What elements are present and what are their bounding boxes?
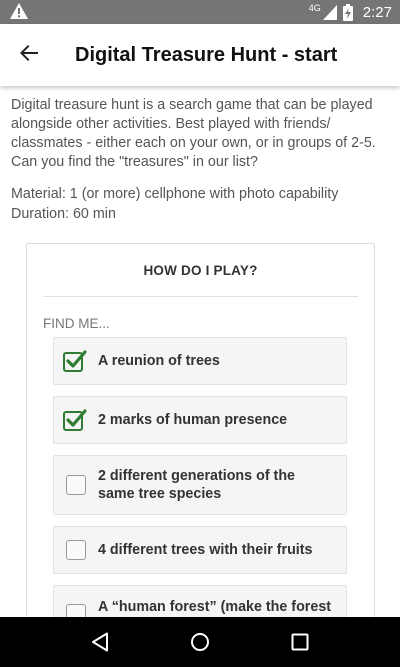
list-item[interactable]: A “human forest” (make the forest: [53, 585, 347, 617]
list-item[interactable]: 2 marks of human presence: [53, 396, 347, 444]
treasure-list: A reunion of trees 2 marks of human pres…: [43, 337, 358, 617]
find-me-label: FIND ME...: [43, 316, 110, 331]
item-label: 2 marks of human presence: [98, 412, 288, 428]
checkbox-checked-icon[interactable]: [63, 350, 87, 372]
back-button[interactable]: [0, 24, 58, 86]
card-heading[interactable]: HOW DO I PLAY?: [43, 244, 358, 297]
arrow-left-icon: [20, 44, 38, 66]
battery-charging-icon: [342, 3, 353, 21]
status-right: 4G 2:27: [308, 3, 392, 21]
clock: 2:27: [362, 3, 392, 21]
checkbox-unchecked-icon[interactable]: [66, 540, 86, 560]
list-item[interactable]: 4 different trees with their fruits: [53, 526, 347, 574]
checkbox-unchecked-icon[interactable]: [66, 604, 86, 617]
checkbox-unchecked-icon[interactable]: [66, 475, 86, 495]
item-label: 4 different trees with their fruits: [98, 542, 313, 558]
main-content: Digital treasure hunt is a search game t…: [0, 86, 400, 617]
item-label: A reunion of trees: [98, 353, 220, 369]
list-item[interactable]: A reunion of trees: [53, 337, 347, 385]
duration-text: Duration: 60 min: [11, 206, 116, 222]
material-text: Material: 1 (or more) cellphone with pho…: [11, 186, 339, 202]
page-title: Digital Treasure Hunt - start: [75, 43, 338, 66]
item-label: 2 different generations of the same tree…: [98, 468, 296, 502]
checkbox-checked-icon[interactable]: [63, 409, 87, 431]
network-type: 4G: [308, 3, 321, 13]
home-circle-icon[interactable]: [180, 622, 220, 662]
signal-icon: [322, 4, 337, 20]
warning-icon: [10, 2, 28, 22]
item-label: A “human forest” (make the forest: [98, 599, 332, 615]
list-item[interactable]: 2 different generations of the same tree…: [53, 455, 347, 515]
back-triangle-icon[interactable]: [80, 622, 120, 662]
recents-square-icon[interactable]: [280, 622, 320, 662]
status-bar: 4G 2:27: [0, 0, 400, 24]
meta-info: Material: 1 (or more) cellphone with pho…: [11, 184, 389, 224]
play-card: HOW DO I PLAY? FIND ME... A reunion of t…: [26, 243, 375, 617]
intro-text: Digital treasure hunt is a search game t…: [11, 97, 376, 170]
app-bar: Digital Treasure Hunt - start: [0, 24, 400, 86]
system-nav-bar: [0, 617, 400, 667]
